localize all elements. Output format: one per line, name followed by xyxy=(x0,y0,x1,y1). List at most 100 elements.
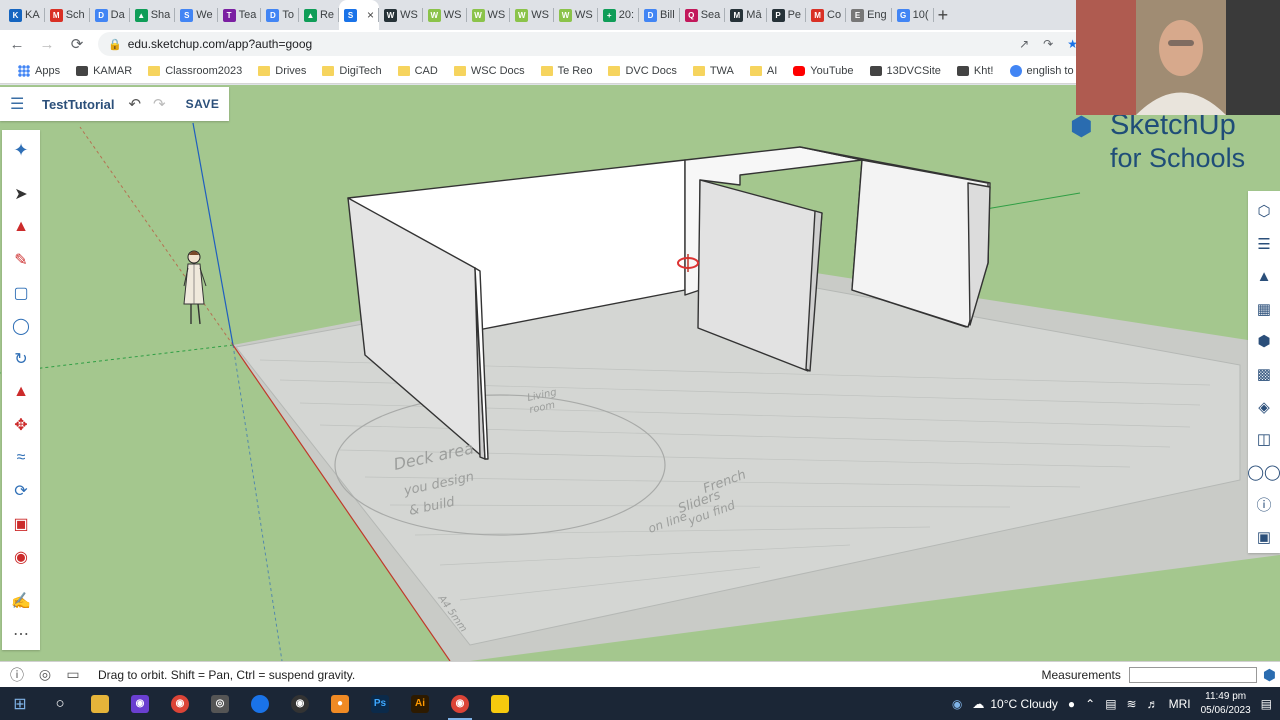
bookmark-item[interactable]: Classroom2023 xyxy=(140,65,250,77)
volume-icon[interactable]: ♬ xyxy=(1147,697,1159,711)
language-indicator[interactable]: MRI xyxy=(1169,697,1191,711)
tab-close-icon[interactable]: × xyxy=(367,8,374,22)
push-pull-tool-icon[interactable]: ▲ xyxy=(6,377,36,407)
browser-tab[interactable]: S We xyxy=(175,0,218,30)
browser-tab[interactable]: E Eng xyxy=(846,0,892,30)
blender-icon[interactable]: ● xyxy=(320,687,360,720)
eraser-tool-icon[interactable]: ▲ xyxy=(6,212,36,242)
rectangle-tool-icon[interactable]: ▢ xyxy=(6,278,36,308)
chrome-active-icon[interactable]: ◉ xyxy=(440,687,480,720)
mic-icon[interactable]: ● xyxy=(1068,697,1075,711)
bookmark-item[interactable]: CAD xyxy=(390,65,446,77)
notifications-icon[interactable]: ▤ xyxy=(1261,697,1272,711)
bookmark-item[interactable]: Te Reo xyxy=(533,65,601,77)
search-icon[interactable]: ○ xyxy=(40,687,80,720)
bookmark-item[interactable]: Apps xyxy=(10,64,68,77)
outliner-icon[interactable]: ☰ xyxy=(1250,230,1278,258)
materials-icon[interactable]: ⬢ xyxy=(1250,328,1278,356)
file-explorer-icon[interactable] xyxy=(80,687,120,720)
globe-icon[interactable]: ◎ xyxy=(34,664,56,686)
arc-tool-icon[interactable]: ↻ xyxy=(6,344,36,374)
browser-tab[interactable]: W WS xyxy=(423,0,467,30)
scenes-icon[interactable]: ◫ xyxy=(1250,425,1278,453)
redo-icon[interactable]: ↷ xyxy=(153,95,166,113)
browser-tab[interactable]: Q Sea xyxy=(680,0,726,30)
tags-icon[interactable]: ◈ xyxy=(1250,393,1278,421)
bookmark-item[interactable]: WSC Docs xyxy=(446,65,533,77)
sticky-notes-icon[interactable] xyxy=(480,687,520,720)
bookmark-item[interactable]: KAMAR xyxy=(68,65,140,77)
clock[interactable]: 11:49 pm 05/06/2023 xyxy=(1201,690,1251,718)
browser-tab[interactable]: M Mā xyxy=(725,0,767,30)
reload-icon[interactable]: ⟳ xyxy=(64,31,90,57)
measurements-input[interactable] xyxy=(1128,666,1257,683)
photoshop-icon[interactable]: Ps xyxy=(360,687,400,720)
more-tools-icon[interactable]: ⋯ xyxy=(6,619,36,649)
browser-tab[interactable]: W WS xyxy=(467,0,511,30)
browser-tab[interactable]: ▲ Re xyxy=(299,0,340,30)
circle-tool-icon[interactable]: ◯ xyxy=(6,311,36,341)
weather-widget[interactable]: ☁ 10°C Cloudy xyxy=(972,697,1058,711)
browser-tab[interactable]: K KA xyxy=(4,0,45,30)
tape-measure-tool-icon[interactable]: ◉ xyxy=(6,542,36,572)
browser-tab[interactable]: D Bill xyxy=(639,0,680,30)
help-icon[interactable]: ⓘ xyxy=(6,664,28,686)
entity-info-icon[interactable]: ⬡ xyxy=(1250,198,1278,226)
app-purple-icon[interactable]: ◉ xyxy=(120,687,160,720)
instructor-icon[interactable]: ▲ xyxy=(1250,263,1278,291)
hamburger-menu-icon[interactable]: ☰ xyxy=(10,94,30,114)
illustrator-icon[interactable]: Ai xyxy=(400,687,440,720)
browser-tab[interactable]: M Sch xyxy=(45,0,90,30)
network-icon[interactable]: ▤ xyxy=(1105,697,1116,711)
forward-icon[interactable]: → xyxy=(34,31,60,57)
model-title[interactable]: TestTutorial xyxy=(42,97,114,112)
app-blue-icon[interactable] xyxy=(240,687,280,720)
info-icon[interactable]: ⓘ xyxy=(1250,490,1278,518)
bookmark-item[interactable]: TWA xyxy=(685,65,742,77)
bookmark-item[interactable]: DigiTech xyxy=(314,65,389,77)
display-icon[interactable]: ◯◯ xyxy=(1247,458,1280,486)
undo-icon[interactable]: ↶ xyxy=(128,95,141,113)
browser-tab[interactable]: D Da xyxy=(90,0,130,30)
save-button[interactable]: SAVE xyxy=(186,97,220,111)
browser-tab[interactable]: D To xyxy=(261,0,299,30)
bookmark-item[interactable]: DVC Docs xyxy=(600,65,684,77)
browser-tab[interactable]: P Pe xyxy=(767,0,807,30)
windows-start-icon[interactable]: ⊞ xyxy=(0,687,40,720)
browser-tab[interactable]: W WS xyxy=(379,0,423,30)
chevron-up-icon[interactable]: ⌃ xyxy=(1085,697,1095,711)
browser-tab[interactable]: G 10( xyxy=(892,0,934,30)
search-tool-icon[interactable]: ✦ xyxy=(6,136,36,166)
app-tray-icon[interactable]: ◉ xyxy=(952,697,962,711)
select-tool-icon[interactable]: ➤ xyxy=(6,179,36,209)
new-tab-icon[interactable]: + xyxy=(938,5,949,26)
bookmark-item[interactable]: AI xyxy=(742,65,785,77)
open-external-icon[interactable]: ↗ xyxy=(1019,37,1029,51)
back-icon[interactable]: ← xyxy=(4,31,30,57)
browser-tab[interactable]: T Tea xyxy=(218,0,262,30)
url-input[interactable]: 🔒 edu.sketchup.com/app?auth=goog ↗ ↷ ★ xyxy=(98,32,1088,56)
offset-tool-icon[interactable]: ≈ xyxy=(6,443,36,473)
obs-icon[interactable]: ◉ xyxy=(280,687,320,720)
solid-inspector-icon[interactable]: ▣ xyxy=(1250,523,1278,551)
browser-tab[interactable]: +20: xyxy=(598,0,640,30)
share-icon[interactable]: ↷ xyxy=(1043,37,1053,51)
bookmark-item[interactable]: YouTube xyxy=(785,65,861,77)
bookmark-item[interactable]: Drives xyxy=(250,65,314,77)
bookmark-item[interactable]: 13DVCSite xyxy=(862,65,949,77)
browser-tab[interactable]: ▲ Sha xyxy=(130,0,176,30)
scale-tool-icon[interactable]: ▣ xyxy=(6,509,36,539)
browser-tab[interactable]: W WS xyxy=(510,0,554,30)
components-icon[interactable]: ▦ xyxy=(1250,295,1278,323)
app-gray-icon[interactable]: ◎ xyxy=(200,687,240,720)
model-viewport[interactable]: Deck area you design & build French Slid… xyxy=(0,85,1280,661)
paint-bucket-tool-icon[interactable]: ✍ xyxy=(6,586,36,616)
wifi-icon[interactable]: ≋ xyxy=(1127,697,1137,711)
browser-tab[interactable]: S × xyxy=(339,0,380,30)
browser-tab[interactable]: M Co xyxy=(806,0,847,30)
chrome-icon[interactable]: ◉ xyxy=(160,687,200,720)
rotate-tool-icon[interactable]: ⟳ xyxy=(6,476,36,506)
bookmark-item[interactable]: Kht! xyxy=(949,65,1002,77)
browser-tab[interactable]: W WS xyxy=(554,0,598,30)
move-tool-icon[interactable]: ✥ xyxy=(6,410,36,440)
